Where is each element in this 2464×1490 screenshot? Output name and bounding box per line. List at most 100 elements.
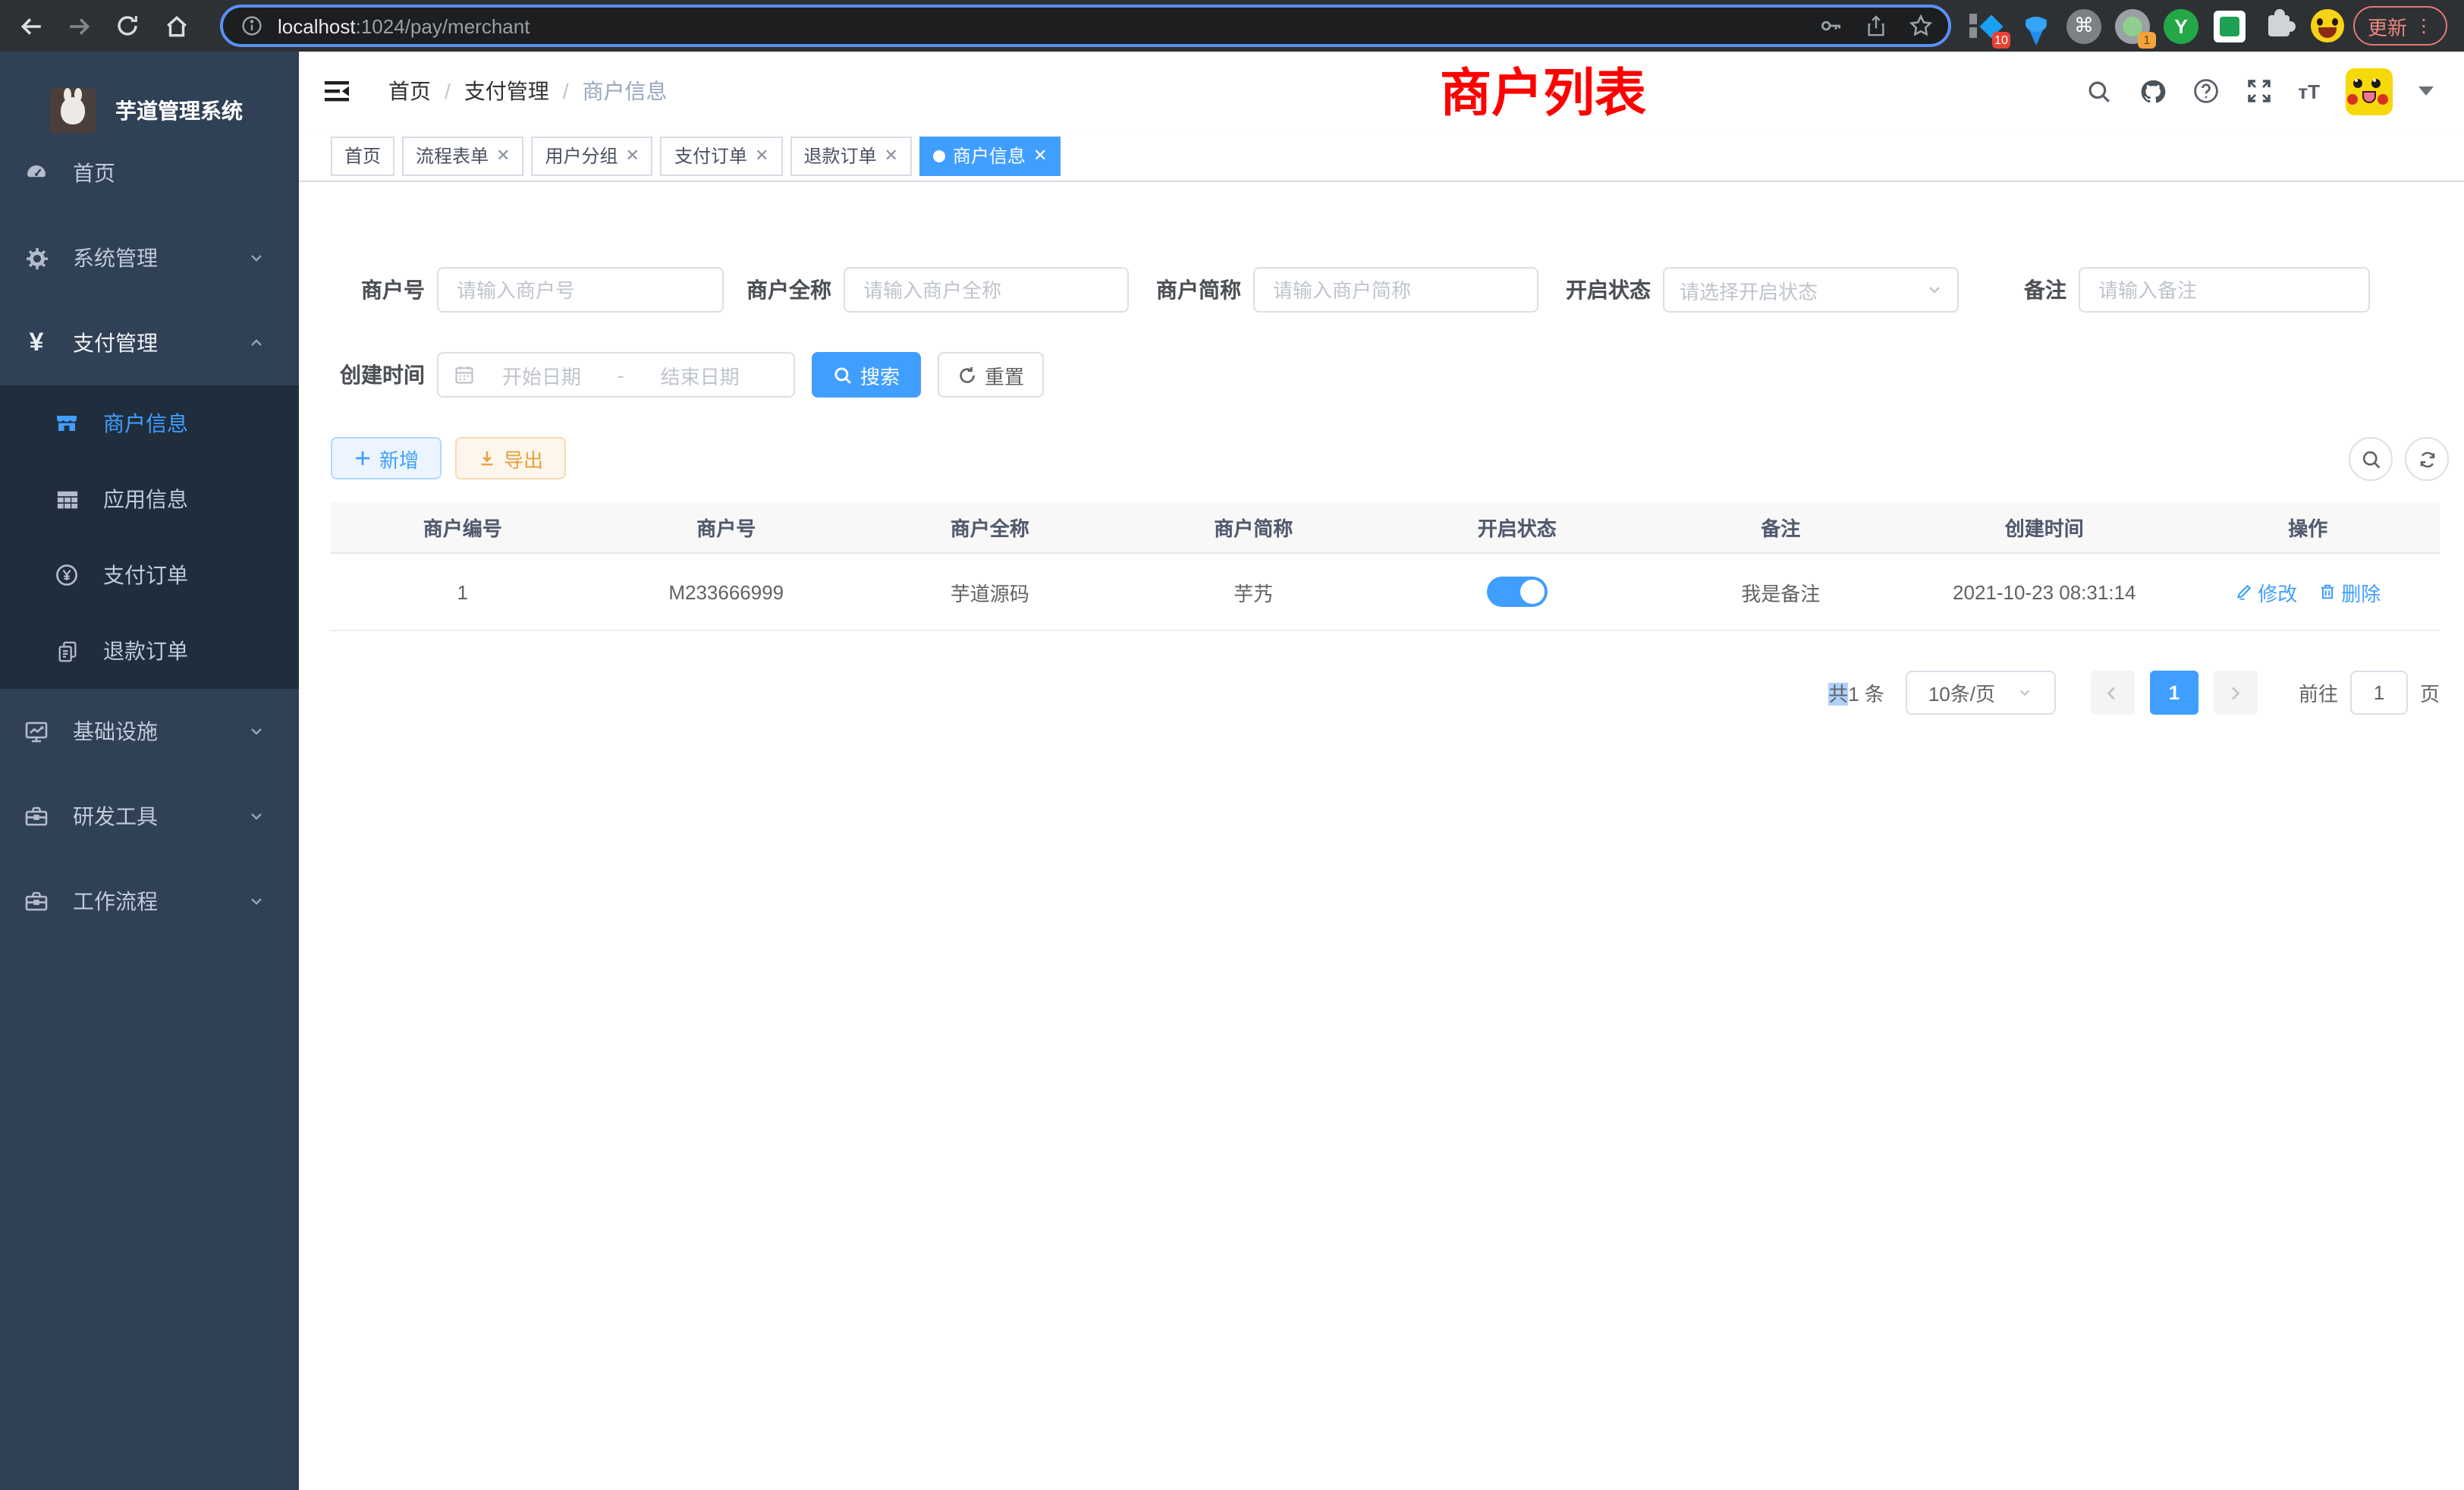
shop-icon [55,411,79,435]
close-icon[interactable]: ✕ [1033,137,1047,174]
help-icon[interactable] [2192,77,2219,105]
select-caret-icon [2016,684,2033,701]
yen-icon: ¥ [24,331,49,355]
user-avatar[interactable] [2346,68,2393,115]
tab-refund-order[interactable]: 退款订单✕ [790,136,911,175]
avatar-caret-icon[interactable] [2418,86,2434,96]
tab-user-group[interactable]: 用户分组✕ [532,136,653,175]
extension-command-icon[interactable]: ⌘ [2066,8,2101,43]
extensions-puzzle-icon[interactable] [2261,8,2296,43]
start-date-placeholder[interactable]: 开始日期 [487,360,596,389]
browser-profile-avatar[interactable] [2309,8,2344,43]
fullscreen-icon[interactable] [2245,77,2272,105]
page-size-select[interactable]: 10条/页 [1906,671,2056,715]
extension-y-icon[interactable]: Y [2164,8,2198,43]
browser-forward-icon[interactable] [61,8,97,44]
close-icon[interactable]: ✕ [496,137,510,174]
cell-remark: 我是备注 [1649,577,1913,606]
sidebar-item-pay[interactable]: ¥ 支付管理 [0,300,299,385]
sidebar-item-home[interactable]: 首页 [0,130,299,215]
download-icon [478,449,496,467]
address-bar[interactable]: localhost:1024/pay/merchant [220,5,1951,47]
remark-input[interactable] [2079,267,2370,313]
app-window: 芋道管理系统 首页 系统管理 ¥ [0,52,2464,1490]
add-button[interactable]: 新增 [331,437,442,479]
browser-update-button[interactable]: 更新 ⋮ [2353,6,2447,46]
col-header-actions: 操作 [2176,513,2440,542]
search-icon [833,365,853,385]
filter-label-remark: 备注 [1957,275,2079,305]
extension-recorder-icon[interactable]: 1 [2115,8,2150,43]
status-select[interactable]: 请选择开启状态 [1663,267,1959,313]
browser-reload-icon[interactable] [109,8,146,44]
password-key-icon[interactable] [1819,14,1843,38]
select-caret-icon [1925,281,1944,299]
sidebar-item-pay-order[interactable]: 支付订单 [0,537,299,613]
main-area: 首页 / 支付管理 / 商户信息 商户列表 [299,52,2464,1490]
site-info-icon[interactable] [241,15,262,36]
sidebar-fold-icon[interactable] [322,76,352,106]
font-size-icon[interactable]: ᴛT [2298,80,2320,102]
close-icon[interactable]: ✕ [755,137,768,174]
page-number-1[interactable]: 1 [2150,671,2198,715]
extension-doc-icon[interactable] [2212,8,2247,43]
delete-link[interactable]: 删除 [2318,577,2381,606]
status-toggle[interactable] [1487,577,1548,607]
navbar-actions: ᴛT [2085,52,2434,130]
short-name-input[interactable] [1253,267,1538,313]
col-header-merchant-id: 商户编号 [331,513,595,542]
create-time-range-picker[interactable]: 开始日期 - 结束日期 [437,352,795,398]
sidebar-item-merchant-info[interactable]: 商户信息 [0,385,299,461]
tab-merchant-info[interactable]: 商户信息✕ [919,136,1061,175]
extension-pin-icon[interactable] [2018,8,2053,43]
sidebar-item-refund-order[interactable]: 退款订单 [0,613,299,689]
close-icon[interactable]: ✕ [884,137,897,174]
tab-pay-order[interactable]: 支付订单✕ [661,136,782,175]
edit-link[interactable]: 修改 [2235,577,2297,606]
goto-page-input[interactable] [2350,671,2408,715]
sidebar-item-workflow[interactable]: 工作流程 [0,859,299,944]
merchant-no-input[interactable] [437,267,724,313]
show-search-toggle-button[interactable] [2349,437,2393,481]
breadcrumb: 首页 / 支付管理 / 商户信息 [388,52,668,130]
browser-back-icon[interactable] [12,8,49,44]
export-button[interactable]: 导出 [455,437,566,479]
next-page-button[interactable] [2214,671,2258,715]
sidebar-item-system[interactable]: 系统管理 [0,215,299,300]
github-icon[interactable] [2139,77,2166,105]
sidebar-submenu-pay: 商户信息 应用信息 支付订单 [0,385,299,689]
extension-diamond-icon[interactable]: 10 [1969,8,2004,43]
tab-process-form[interactable]: 流程表单✕ [402,136,523,175]
close-icon[interactable]: ✕ [626,137,640,174]
cell-create-time: 2021-10-23 08:31:14 [1912,580,2176,603]
reset-button[interactable]: 重置 [938,352,1044,398]
cell-merchant-id: 1 [331,580,595,603]
browser-home-icon[interactable] [158,8,194,44]
prev-page-button[interactable] [2091,671,2135,715]
sidebar-item-dev-tools[interactable]: 研发工具 [0,774,299,859]
bookmark-star-icon[interactable] [1909,14,1933,38]
browser-menu-icon[interactable]: ⋮ [2415,15,2433,36]
refresh-icon [957,365,977,385]
breadcrumb-home[interactable]: 首页 [388,76,431,106]
end-date-placeholder[interactable]: 结束日期 [646,360,755,389]
col-header-remark: 备注 [1649,513,1913,542]
chevron-right-icon [2227,684,2245,702]
share-icon[interactable] [1865,14,1887,38]
sidebar-item-infra[interactable]: 基础设施 [0,689,299,774]
logo-avatar [50,88,96,134]
tab-home[interactable]: 首页 [331,136,394,175]
screen: localhost:1024/pay/merchant 10 ⌘ [0,0,2464,1490]
navbar: 首页 / 支付管理 / 商户信息 商户列表 [299,52,2464,130]
extension-badge: 10 [1992,31,2010,48]
chevron-down-icon [247,249,266,267]
sidebar-item-app-info[interactable]: 应用信息 [0,461,299,537]
refresh-table-button[interactable] [2405,437,2449,481]
col-header-create-time: 创建时间 [1912,513,2176,542]
search-button[interactable]: 搜索 [812,352,921,398]
search-icon [2360,448,2381,470]
full-name-input[interactable] [844,267,1129,313]
search-icon[interactable] [2085,77,2113,105]
active-dot [933,149,945,162]
breadcrumb-pay[interactable]: 支付管理 [464,76,549,106]
